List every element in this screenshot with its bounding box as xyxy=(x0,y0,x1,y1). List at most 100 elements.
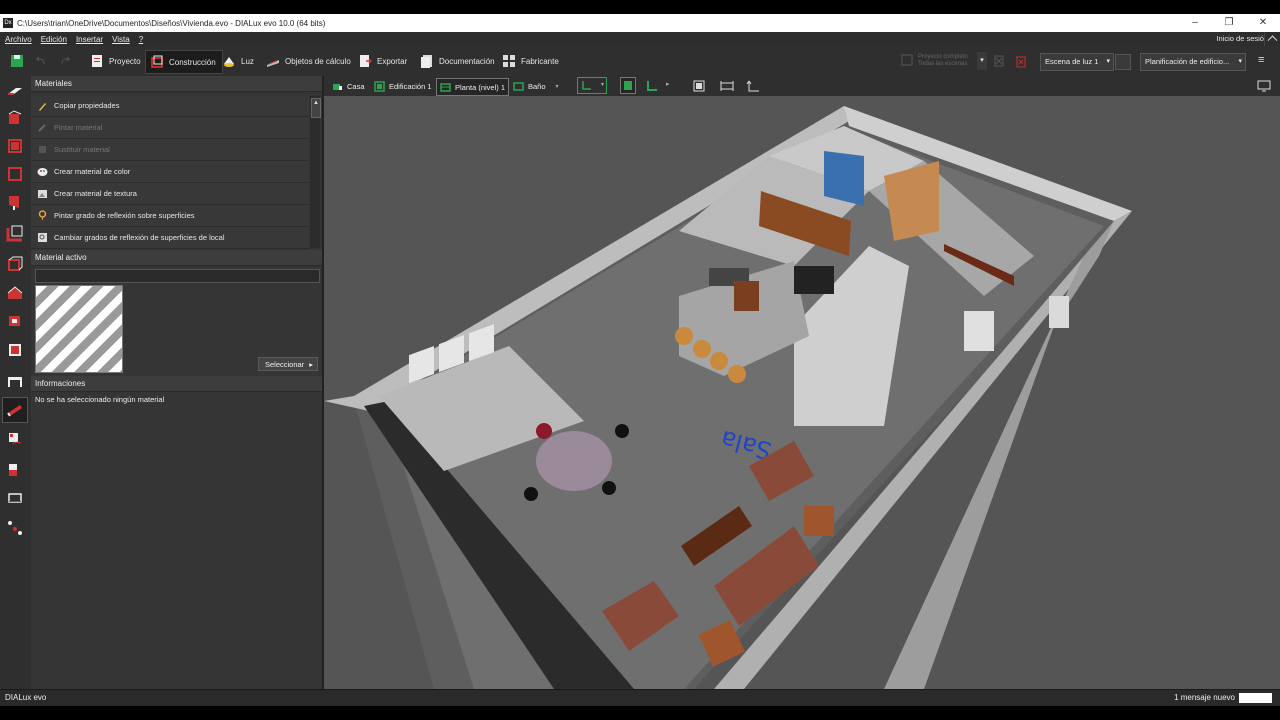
action-label: Copiar propiedades xyxy=(54,101,120,110)
info-text: No se ha seleccionado ningún material xyxy=(35,395,165,404)
luminaire-icon[interactable] xyxy=(6,431,24,449)
menu-edicion[interactable]: Edición xyxy=(41,35,67,44)
room-icon[interactable] xyxy=(6,165,24,183)
material-name-field[interactable] xyxy=(35,269,320,283)
chevron-down-icon[interactable]: ▾ xyxy=(556,83,559,90)
menu-archivo[interactable]: Archivo xyxy=(5,35,32,44)
tab-label: Proyecto xyxy=(109,56,141,66)
draw-floor-icon[interactable] xyxy=(6,82,24,100)
breadcrumb-planta[interactable]: Planta (nivel) 1 xyxy=(436,78,510,96)
cube-icon[interactable] xyxy=(6,255,24,273)
tool-icon-strip xyxy=(0,76,32,689)
opening-icon[interactable] xyxy=(6,311,24,329)
export-icon xyxy=(360,55,372,67)
axes-icon[interactable] xyxy=(746,79,760,93)
paint-reflection-action[interactable]: Pintar grado de reflexión sobre superfic… xyxy=(31,205,309,227)
stop-calc-icon[interactable] xyxy=(993,54,1005,68)
breadcrumb-edificacion[interactable]: Edificación 1 xyxy=(374,78,432,94)
furniture-icon[interactable] xyxy=(6,372,24,390)
manufacturer-icon xyxy=(503,55,515,67)
select-label: Seleccionar xyxy=(265,360,305,369)
select-material-button[interactable]: Seleccionar ▸ xyxy=(258,357,318,371)
cut-icon[interactable] xyxy=(6,461,24,479)
solid-view-toggle[interactable] xyxy=(620,77,636,94)
messages-link[interactable]: 1 mensaje nuevo xyxy=(1174,693,1235,702)
info-header: Informaciones xyxy=(31,376,322,392)
main-toolbar: Proyecto Construcción Luz Objetos de cál… xyxy=(0,46,1280,77)
3d-viewport[interactable]: Sala xyxy=(324,96,1280,689)
project-scope-line1: Proyecto completo xyxy=(918,54,968,60)
light-scene-dropdown[interactable]: Escena de luz 1 ▾ xyxy=(1040,53,1114,71)
ribbon-menu-icon[interactable]: ≡ xyxy=(1258,54,1264,66)
chevron-right-icon[interactable]: ▸ xyxy=(666,80,670,88)
door xyxy=(964,311,994,351)
monitor-icon[interactable] xyxy=(1257,79,1271,93)
tab-luz[interactable]: Luz xyxy=(222,50,254,72)
create-texture-material-action[interactable]: Crear material de textura xyxy=(31,183,309,205)
measure-icon[interactable] xyxy=(720,79,734,93)
house-icon xyxy=(333,83,342,90)
scrollbar-thumb[interactable]: ▲ xyxy=(311,98,321,118)
menu-bar: Archivo Edición Insertar Vista ? Inicio … xyxy=(0,32,1280,46)
actions-scrollbar[interactable]: ▲ xyxy=(310,96,321,248)
replace-material-action[interactable]: Sustituir material xyxy=(31,139,309,161)
chevron-right-icon: ▸ xyxy=(309,360,313,369)
rectangle-tool-icon[interactable] xyxy=(6,489,24,507)
undo-icon[interactable] xyxy=(34,56,46,66)
action-label: Crear material de textura xyxy=(54,189,137,198)
message-indicator[interactable] xyxy=(1239,693,1272,703)
lower-cabinet xyxy=(734,281,759,311)
bar-stool xyxy=(728,365,746,383)
project-scope[interactable]: Proyecto completo Todas las escenas xyxy=(897,50,977,72)
breadcrumb-label: Casa xyxy=(347,81,365,91)
redo-icon[interactable] xyxy=(60,56,72,66)
oven xyxy=(794,266,834,294)
building-icon[interactable] xyxy=(6,109,24,127)
tab-construccion[interactable]: Construcción xyxy=(145,50,223,74)
roof-icon[interactable] xyxy=(6,283,24,301)
close-icon[interactable]: ✕ xyxy=(1246,14,1280,32)
light-scene-label: Escena de luz 1 xyxy=(1045,57,1099,66)
top-letterbox xyxy=(0,0,1280,14)
window-frame xyxy=(1049,296,1069,328)
copy-properties-action[interactable]: Copiar propiedades xyxy=(31,95,309,117)
floor-level-icon[interactable] xyxy=(6,137,24,155)
minimize-icon[interactable]: – xyxy=(1178,14,1212,32)
reflection-paint-icon xyxy=(38,210,47,220)
delete-results-icon[interactable] xyxy=(1015,54,1027,68)
calc-status-icon xyxy=(901,54,913,66)
breadcrumb-label: Baño xyxy=(528,81,546,91)
restore-icon[interactable]: ❐ xyxy=(1212,14,1246,32)
replace-icon xyxy=(39,146,46,153)
reflection-change-icon xyxy=(38,233,47,242)
dining-table xyxy=(536,431,612,491)
menu-vista[interactable]: Vista xyxy=(112,35,130,44)
tab-proyecto[interactable]: Proyecto xyxy=(86,50,145,72)
tab-objetos-calculo[interactable]: Objetos de cálculo xyxy=(266,50,351,72)
paint-material-action[interactable]: Pintar material xyxy=(31,117,309,139)
planning-dropdown[interactable]: Planificación de edificio... ▾ xyxy=(1140,53,1246,71)
tab-label: Documentación xyxy=(439,56,495,66)
zoom-extents-icon[interactable] xyxy=(692,79,706,93)
view-mode-dropdown[interactable]: ▾ xyxy=(577,77,607,94)
ceiling-icon[interactable] xyxy=(6,224,24,242)
tab-exportar[interactable]: Exportar xyxy=(358,50,407,72)
create-color-material-action[interactable]: Crear material de color xyxy=(31,161,309,183)
change-reflection-action[interactable]: Cambiar grados de reflexión de superfici… xyxy=(31,227,309,249)
tab-fabricante[interactable]: Fabricante xyxy=(502,50,559,72)
scene-settings-icon[interactable] xyxy=(1115,54,1131,70)
menu-insertar[interactable]: Insertar xyxy=(76,35,103,44)
collapse-ribbon-icon[interactable] xyxy=(1264,32,1279,46)
menu-help[interactable]: ? xyxy=(139,35,143,44)
window-element-icon[interactable] xyxy=(6,341,24,359)
materials-tool-button[interactable] xyxy=(2,397,28,423)
dimension-icon[interactable] xyxy=(6,519,24,537)
scope-dropdown-arrow[interactable]: ▾ xyxy=(977,52,987,70)
wall-view-icon[interactable] xyxy=(646,80,658,92)
paint-icon xyxy=(38,124,46,132)
save-icon[interactable] xyxy=(10,54,24,68)
breadcrumb-bano[interactable]: Baño ▾ xyxy=(513,78,559,94)
wall-icon[interactable] xyxy=(6,193,24,211)
breadcrumb-casa[interactable]: Casa xyxy=(332,78,365,94)
tab-documentacion[interactable]: Documentación xyxy=(420,50,495,72)
